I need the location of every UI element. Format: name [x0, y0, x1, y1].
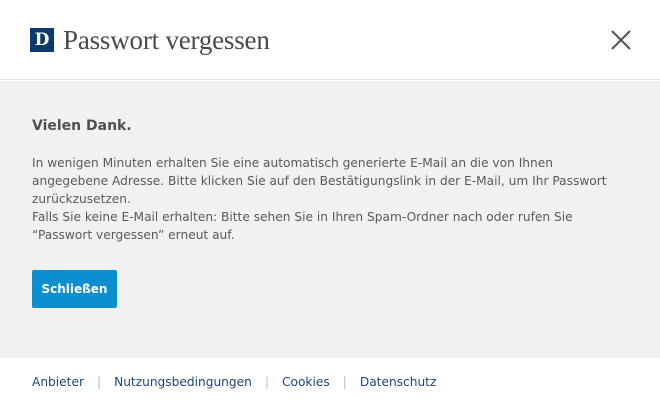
dialog-header: D Passwort vergessen: [0, 0, 660, 80]
dialog-title: Passwort vergessen: [63, 25, 270, 55]
close-icon: [611, 30, 631, 50]
footer-link-datenschutz[interactable]: Datenschutz: [360, 375, 437, 389]
footer-separator: |: [96, 375, 102, 389]
close-dialog-button[interactable]: Schließen: [32, 270, 117, 308]
footer-separator: |: [264, 375, 269, 389]
dialog-body: Vielen Dank. In wenigen Minuten erhalten…: [0, 81, 660, 358]
spam-hint-message: Falls Sie keine E-Mail erhalten: Bitte s…: [32, 210, 573, 242]
dialog-footer: Anbieter | Nutzungsbedingungen | Cookies…: [0, 358, 660, 407]
footer-separator: |: [342, 375, 347, 389]
brand-logo: D: [30, 28, 54, 52]
footer-link-cookies[interactable]: Cookies: [282, 375, 330, 389]
confirmation-heading: Vielen Dank.: [32, 118, 132, 134]
confirmation-message: In wenigen Minuten erhalten Sie eine aut…: [32, 156, 607, 206]
close-button[interactable]: [608, 27, 634, 53]
password-reset-dialog: D Passwort vergessen Vielen Dank. In wen…: [0, 0, 660, 407]
footer-link-anbieter[interactable]: Anbieter: [32, 375, 84, 389]
footer-link-nutzungsbedingungen[interactable]: Nutzungsbedingungen: [114, 375, 252, 389]
footer-links: Anbieter | Nutzungsbedingungen | Cookies…: [32, 375, 436, 389]
